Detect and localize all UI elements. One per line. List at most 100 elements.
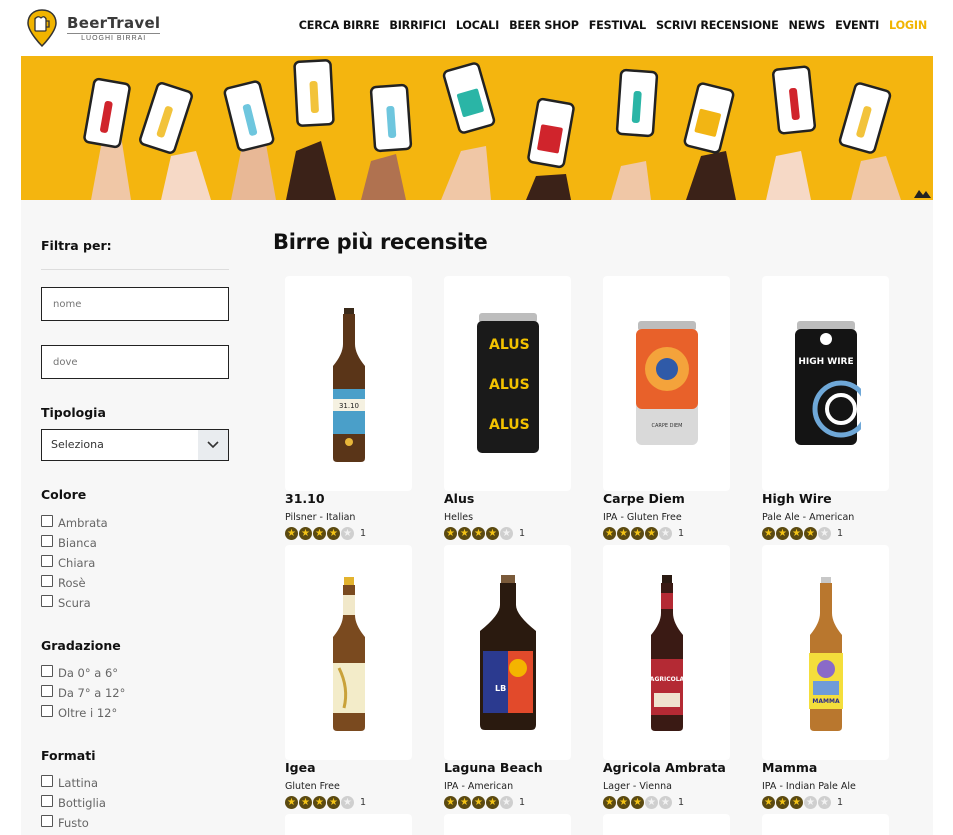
beer-card[interactable]: MAMMA Mamma IPA - Indian Pale Ale ★ ★ ★ ★ ★ 1 — [762, 545, 922, 815]
logo[interactable]: BeerTravel LUOGHI BIRRAI — [27, 5, 161, 51]
colore-option-ambrata[interactable]: Ambrata — [41, 513, 108, 530]
star-rating: ★ ★ ★ ★ ★ 1 — [762, 796, 843, 809]
beer-card[interactable] — [444, 814, 571, 835]
star-rating: ★ ★ ★ ★ ★ 1 — [285, 796, 366, 809]
colore-option-scura[interactable]: Scura — [41, 593, 91, 610]
star-icon: ★ — [818, 796, 831, 809]
nav-login[interactable]: LOGIN — [889, 19, 927, 32]
beer-name[interactable]: Laguna Beach — [444, 760, 543, 775]
star-icon: ★ — [790, 796, 803, 809]
review-count: 1 — [678, 528, 685, 539]
chevron-down-icon — [198, 430, 228, 460]
checkbox[interactable] — [41, 575, 53, 587]
beer-card[interactable]: ALUS ALUS ALUS Alus Helles ★ ★ ★ ★ ★ 1 — [444, 276, 604, 546]
nav-scrivi-recensione[interactable]: SCRIVI RECENSIONE — [656, 19, 779, 32]
svg-text:CARPE DIEM: CARPE DIEM — [651, 423, 682, 429]
review-count: 1 — [360, 797, 367, 808]
svg-text:ALUS: ALUS — [489, 417, 530, 433]
main-nav: CERCA BIRRE BIRRIFICI LOCALI BEER SHOP F… — [299, 19, 927, 32]
beer-card[interactable]: CARPE DIEM Carpe Diem IPA - Gluten Free … — [603, 276, 763, 546]
colore-option-chiara[interactable]: Chiara — [41, 553, 95, 570]
beer-card[interactable]: HIGH WIRE High Wire Pale Ale - American … — [762, 276, 922, 546]
star-icon: ★ — [486, 796, 499, 809]
name-filter-input[interactable] — [41, 287, 229, 321]
review-count: 1 — [519, 797, 526, 808]
content-area: Filtra per: Tipologia Seleziona Colore A… — [21, 200, 933, 835]
review-count: 1 — [360, 528, 367, 539]
hero-banner — [21, 56, 933, 200]
checkbox[interactable] — [41, 665, 53, 677]
star-icon: ★ — [617, 796, 630, 809]
star-icon: ★ — [341, 527, 354, 540]
star-rating: ★ ★ ★ ★ ★ 1 — [603, 527, 684, 540]
colore-option-bianca[interactable]: Bianca — [41, 533, 97, 550]
tipologia-select[interactable]: Seleziona — [41, 429, 229, 461]
nav-cerca-birre[interactable]: CERCA BIRRE — [299, 19, 380, 32]
beer-name[interactable]: Alus — [444, 491, 474, 506]
gradazione-option-0-6[interactable]: Da 0° a 6° — [41, 663, 118, 680]
beer-card[interactable]: 31.10 31.10 Pilsner - Italian ★ ★ ★ ★ ★ 1 — [285, 276, 445, 546]
formati-option-fusto[interactable]: Fusto — [41, 813, 89, 830]
checkbox[interactable] — [41, 775, 53, 787]
beer-style: Pale Ale - American — [762, 512, 855, 523]
beer-bottle-image: LB — [444, 545, 571, 760]
formati-option-bottiglia[interactable]: Bottiglia — [41, 793, 106, 810]
beer-can-image: HIGH WIRE — [762, 276, 889, 491]
beer-card[interactable] — [603, 814, 730, 835]
checkbox[interactable] — [41, 535, 53, 547]
star-icon: ★ — [444, 796, 457, 809]
checkbox[interactable] — [41, 515, 53, 527]
checkbox[interactable] — [41, 595, 53, 607]
beer-style: IPA - Indian Pale Ale — [762, 781, 856, 792]
star-rating: ★ ★ ★ ★ ★ 1 — [444, 796, 525, 809]
checkbox[interactable] — [41, 795, 53, 807]
nav-birrifici[interactable]: BIRRIFICI — [389, 19, 446, 32]
formati-option-lattina[interactable]: Lattina — [41, 773, 98, 790]
checkbox[interactable] — [41, 555, 53, 567]
beer-card[interactable] — [762, 814, 889, 835]
checkbox[interactable] — [41, 815, 53, 827]
nav-locali[interactable]: LOCALI — [456, 19, 499, 32]
star-icon: ★ — [776, 527, 789, 540]
beer-name[interactable]: Carpe Diem — [603, 491, 685, 506]
beer-bottle-image: 31.10 — [285, 276, 412, 491]
beer-card[interactable]: AGRICOLA Agricola Ambrata Lager - Vienna… — [603, 545, 763, 815]
star-icon: ★ — [645, 796, 658, 809]
beer-name[interactable]: High Wire — [762, 491, 832, 506]
beer-name[interactable]: 31.10 — [285, 491, 325, 506]
nav-beer-shop[interactable]: BEER SHOP — [509, 19, 579, 32]
star-icon: ★ — [603, 527, 616, 540]
star-icon: ★ — [341, 796, 354, 809]
beer-bottle-image: AGRICOLA — [603, 545, 730, 760]
beer-name[interactable]: Mamma — [762, 760, 817, 775]
star-icon: ★ — [762, 796, 775, 809]
checkbox[interactable] — [41, 705, 53, 717]
checkbox[interactable] — [41, 685, 53, 697]
star-icon: ★ — [313, 527, 326, 540]
star-icon: ★ — [617, 527, 630, 540]
beer-style: IPA - American — [444, 781, 514, 792]
nav-festival[interactable]: FESTIVAL — [589, 19, 646, 32]
beer-card[interactable]: LB Laguna Beach IPA - American ★ ★ ★ ★ ★ 1 — [444, 545, 604, 815]
beer-card[interactable]: Igea Gluten Free ★ ★ ★ ★ ★ 1 — [285, 545, 445, 815]
svg-text:AGRICOLA: AGRICOLA — [649, 676, 684, 683]
nav-eventi[interactable]: EVENTI — [835, 19, 879, 32]
svg-text:31.10: 31.10 — [338, 402, 358, 410]
beer-can-image: ALUS ALUS ALUS — [444, 276, 571, 491]
beer-name[interactable]: Igea — [285, 760, 316, 775]
star-icon: ★ — [458, 527, 471, 540]
colore-option-rose[interactable]: Rosè — [41, 573, 86, 590]
star-icon: ★ — [327, 796, 340, 809]
svg-text:ALUS: ALUS — [489, 337, 530, 353]
gradazione-option-over-12[interactable]: Oltre i 12° — [41, 703, 117, 720]
star-icon: ★ — [285, 796, 298, 809]
star-icon: ★ — [776, 796, 789, 809]
location-filter-input[interactable] — [41, 345, 229, 379]
svg-text:HIGH WIRE: HIGH WIRE — [798, 357, 853, 367]
beer-name[interactable]: Agricola Ambrata — [603, 760, 726, 775]
beer-mug-logo-icon — [27, 8, 57, 48]
nav-news[interactable]: NEWS — [789, 19, 826, 32]
star-icon: ★ — [631, 796, 644, 809]
gradazione-option-7-12[interactable]: Da 7° a 12° — [41, 683, 125, 700]
beer-card[interactable] — [285, 814, 412, 835]
